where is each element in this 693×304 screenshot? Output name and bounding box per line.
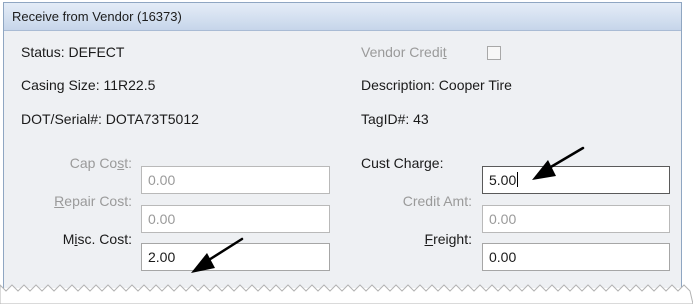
misc-cost-label: Misc. Cost: [62, 231, 132, 247]
callout-arrow-cust-charge-icon [532, 146, 585, 180]
title-bar[interactable]: Receive from Vendor (16373) [4, 3, 681, 31]
cust-charge-value: 5.00 [489, 172, 517, 188]
callout-arrow-misc-cost-icon [191, 237, 244, 273]
torn-edge-decoration [0, 284, 693, 304]
cap-cost-field[interactable]: 0.00 [141, 166, 330, 194]
repair-cost-field[interactable]: 0.00 [141, 205, 330, 233]
tag-id-text: TagID#: 43 [361, 111, 429, 127]
vendor-credit-checkbox[interactable] [487, 46, 501, 60]
status-text: Status: DEFECT [21, 44, 125, 60]
text-cursor [517, 172, 519, 187]
repair-cost-label: Repair Cost: [54, 193, 132, 209]
credit-amt-label: Credit Amt: [402, 193, 472, 209]
cust-charge-label: Cust Charge: [361, 155, 444, 171]
casing-size-text: Casing Size: 11R22.5 [21, 77, 156, 93]
cap-cost-label: Cap Cost: [69, 155, 132, 171]
freight-label: Freight: [424, 231, 472, 247]
freight-field[interactable]: 0.00 [482, 243, 670, 271]
description-text: Description: Cooper Tire [361, 77, 512, 93]
dot-serial-text: DOT/Serial#: DOTA73T5012 [21, 111, 199, 127]
credit-amt-field[interactable]: 0.00 [482, 205, 670, 233]
window-title: Receive from Vendor (16373) [12, 9, 182, 24]
vendor-credit-label: Vendor Credit [361, 44, 447, 60]
